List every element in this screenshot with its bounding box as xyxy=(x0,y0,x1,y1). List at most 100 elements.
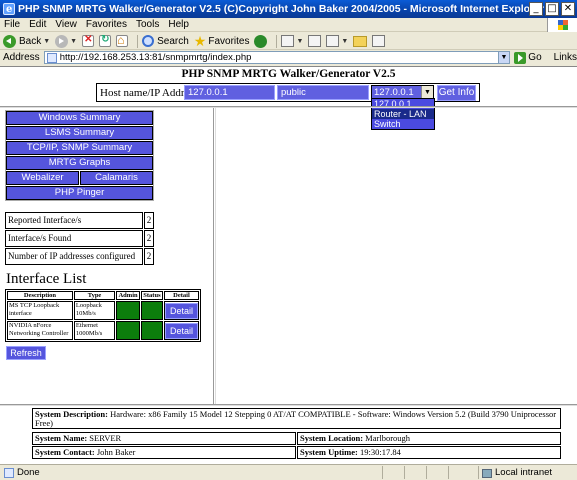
host-dropdown-list: 127.0.0.1 Router - LAN Switch xyxy=(371,98,435,130)
nav-calamaris[interactable]: Calamaris xyxy=(80,171,153,185)
column-header: Status xyxy=(140,291,163,300)
nav-lsms-summary[interactable]: LSMS Summary xyxy=(6,126,153,140)
home-button[interactable] xyxy=(116,33,129,49)
info-row: Number of IP addresses configured 2 xyxy=(5,248,154,265)
nav-windows-summary[interactable]: Windows Summary xyxy=(6,111,153,125)
detail-button[interactable]: Detail xyxy=(164,323,198,339)
maximize-button[interactable]: □ xyxy=(545,2,559,16)
title-bar: e PHP SNMP MRTG Walker/Generator V2.5 (C… xyxy=(0,0,577,18)
menu-edit[interactable]: Edit xyxy=(29,18,46,31)
system-info-row: System Name: SERVER System Location: Mar… xyxy=(32,432,561,445)
nav-tcpip-summary[interactable]: TCP/IP, SNMP Summary xyxy=(6,141,153,155)
address-dropdown[interactable]: ▼ xyxy=(498,51,511,64)
system-location-label: System Location: xyxy=(300,433,364,443)
interface-list-heading: Interface List xyxy=(6,271,87,287)
nav-mrtg-graphs[interactable]: MRTG Graphs xyxy=(6,156,153,170)
folder-icon xyxy=(353,35,368,47)
host-input[interactable]: 127.0.0.1 xyxy=(184,85,275,100)
close-button[interactable]: ✕ xyxy=(561,2,575,16)
stop-button[interactable] xyxy=(82,34,95,49)
favorites-label: Favorites xyxy=(208,35,250,47)
window-title: PHP SNMP MRTG Walker/Generator V2.5 (C)C… xyxy=(18,3,545,15)
go-button[interactable]: Go xyxy=(514,51,542,64)
minimize-button[interactable]: _ xyxy=(529,2,543,16)
frame-divider[interactable] xyxy=(213,108,216,405)
forward-arrow-icon xyxy=(55,34,69,48)
system-info-row: System Contact: John Baker System Uptime… xyxy=(32,446,561,459)
chevron-down-icon[interactable]: ▼ xyxy=(341,38,348,45)
get-info-button[interactable]: Get Info xyxy=(437,84,476,101)
home-icon xyxy=(116,33,129,47)
folder-button[interactable] xyxy=(353,34,368,49)
messenger-button[interactable] xyxy=(372,34,386,49)
edit-button[interactable]: ▼ xyxy=(326,34,348,49)
menu-help[interactable]: Help xyxy=(168,18,189,31)
status-bar: Done Local intranet xyxy=(0,464,577,480)
chevron-down-icon[interactable]: ▼ xyxy=(296,38,303,45)
system-name-label: System Name: xyxy=(35,433,88,443)
interface-type: Loopback 10Mb/s xyxy=(73,301,116,320)
print-button[interactable] xyxy=(308,34,322,49)
window-controls: _ □ ✕ xyxy=(529,2,575,16)
go-arrow-icon xyxy=(514,51,527,64)
mail-button[interactable]: ▼ xyxy=(281,34,303,49)
menu-favorites[interactable]: Favorites xyxy=(86,18,127,31)
search-icon xyxy=(142,35,155,47)
info-label: Interface/s Found xyxy=(5,230,143,247)
back-button[interactable]: Back ▼ xyxy=(3,34,50,49)
chevron-down-icon[interactable]: ▼ xyxy=(43,38,50,45)
forward-button[interactable]: ▼ xyxy=(55,34,77,49)
menu-tools[interactable]: Tools xyxy=(136,18,159,31)
refresh-icon xyxy=(99,34,112,47)
nav-webalizer[interactable]: Webalizer xyxy=(6,171,79,185)
refresh-browser-button[interactable] xyxy=(99,34,112,49)
page-icon xyxy=(46,52,57,63)
menu-file[interactable]: File xyxy=(4,18,20,31)
admin-status-indicator xyxy=(116,301,140,320)
system-location: System Location: Marlborough xyxy=(297,432,561,445)
system-contact-label: System Contact: xyxy=(35,447,95,457)
divider xyxy=(0,404,577,406)
address-input[interactable]: http://192.168.253.13:81/snmpmrtg/index.… xyxy=(43,51,499,64)
refresh-button[interactable]: Refresh xyxy=(6,346,46,360)
nav-php-pinger[interactable]: PHP Pinger xyxy=(6,186,153,200)
interface-description: NVIDIA nForce Networking Controller xyxy=(7,321,73,340)
system-contact: System Contact: John Baker xyxy=(32,446,296,459)
info-value: 2 xyxy=(144,248,154,265)
interface-counts: Reported Interface/s 2 Interface/s Found… xyxy=(5,212,154,266)
links-button[interactable]: Links xyxy=(554,52,577,63)
system-uptime-label: System Uptime: xyxy=(300,447,358,457)
interface-table: Description Type Admin Status Detail MS … xyxy=(5,289,201,342)
info-row: Reported Interface/s 2 xyxy=(5,212,154,229)
page-title: PHP SNMP MRTG Walker/Generator V2.5 xyxy=(181,68,396,80)
status-text: Done xyxy=(17,467,40,478)
info-value: 2 xyxy=(144,212,154,229)
detail-cell: Detail xyxy=(163,321,199,340)
favorites-button[interactable]: ★ Favorites xyxy=(194,34,250,49)
intranet-icon xyxy=(482,468,492,478)
system-description: System Description: Hardware: x86 Family… xyxy=(32,408,561,429)
interface-description: MS TCP Loopback interface xyxy=(7,301,73,320)
edit-icon xyxy=(326,35,340,47)
menu-view[interactable]: View xyxy=(55,18,77,31)
community-input[interactable]: public xyxy=(277,85,369,100)
address-url: http://192.168.253.13:81/snmpmrtg/index.… xyxy=(59,52,252,63)
dropdown-option-highlighted[interactable]: Router - LAN xyxy=(372,109,434,119)
interface-type: Ethernet 1000Mb/s xyxy=(73,321,116,340)
admin-status-indicator xyxy=(116,321,140,340)
nav-row: Webalizer Calamaris xyxy=(6,171,153,185)
media-button[interactable] xyxy=(254,34,268,49)
table-row: NVIDIA nForce Networking Controller Ethe… xyxy=(7,321,199,340)
windows-logo-icon xyxy=(547,18,577,32)
column-header: Type xyxy=(73,291,116,300)
dropdown-option[interactable]: Switch xyxy=(372,119,434,129)
toolbar: Back ▼ ▼ Search ★ Favorites ▼ ▼ xyxy=(0,33,577,49)
search-button[interactable]: Search xyxy=(142,34,189,49)
back-label: Back xyxy=(19,35,42,47)
status-divider xyxy=(404,466,405,479)
detail-button[interactable]: Detail xyxy=(164,303,198,319)
toolbar-divider xyxy=(137,34,139,48)
system-uptime: System Uptime: 19:30:17.84 xyxy=(297,446,561,459)
chevron-down-icon[interactable]: ▼ xyxy=(70,38,77,45)
system-contact-value: John Baker xyxy=(94,447,136,457)
